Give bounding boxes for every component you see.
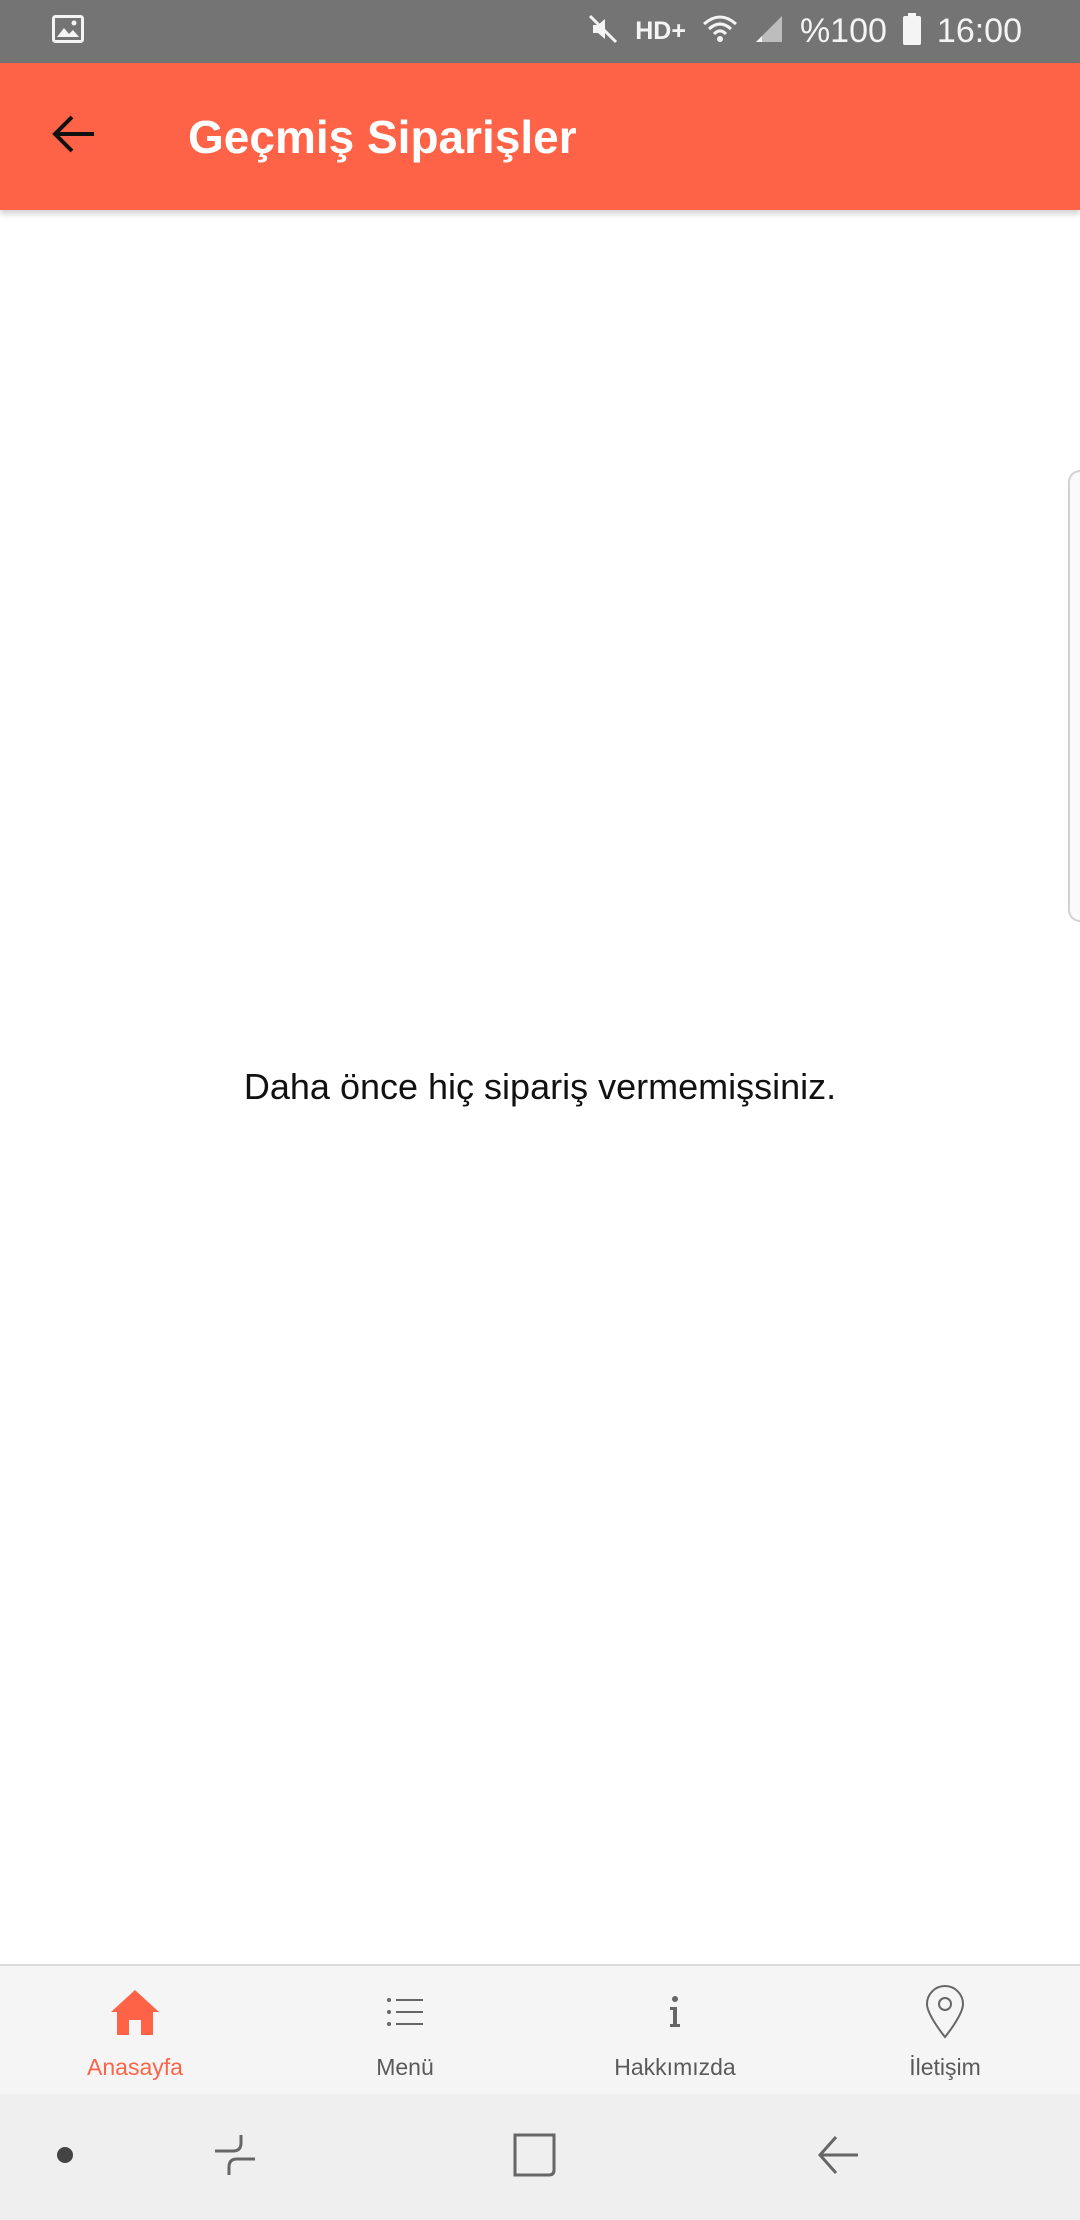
home-button[interactable] — [495, 2094, 575, 2220]
nav-item-contact[interactable]: İletişim — [810, 1966, 1080, 2094]
status-bar: HD+ %100 16:00 — [0, 0, 1080, 63]
system-back-button[interactable] — [798, 2094, 878, 2220]
nav-label-home: Anasayfa — [87, 2054, 183, 2080]
battery-icon — [902, 13, 921, 50]
bottom-navigation: Anasayfa Menü Hakkımızda İletişim — [0, 1964, 1080, 2094]
system-navigation-bar — [0, 2094, 1080, 2220]
nav-item-menu[interactable]: Menü — [270, 1966, 540, 2094]
info-icon — [645, 1982, 705, 2042]
dot-icon — [56, 2146, 74, 2169]
status-right: HD+ %100 16:00 — [571, 12, 1022, 51]
signal-icon — [754, 14, 784, 49]
nav-label-about: Hakkımızda — [614, 2054, 736, 2080]
location-pin-icon — [915, 1982, 975, 2042]
gallery-icon — [52, 15, 84, 48]
nav-item-home[interactable]: Anasayfa — [0, 1966, 270, 2094]
home-icon — [105, 1982, 165, 2042]
recent-apps-button[interactable] — [195, 2094, 275, 2220]
status-left — [52, 15, 84, 48]
app-bar: Geçmiş Siparişler — [0, 63, 1080, 210]
wifi-icon — [702, 14, 738, 49]
empty-state-message: Daha önce hiç sipariş vermemişsiniz. — [243, 1066, 837, 1107]
back-button[interactable] — [34, 97, 114, 177]
nav-item-about[interactable]: Hakkımızda — [540, 1966, 810, 2094]
list-icon — [375, 1982, 435, 2042]
network-type-label: HD+ — [635, 17, 686, 45]
battery-percent: %100 — [799, 12, 887, 50]
edge-panel-handle[interactable] — [1068, 470, 1080, 922]
system-back-icon — [814, 2131, 862, 2184]
recent-apps-icon — [211, 2131, 259, 2184]
dot-button[interactable] — [40, 2094, 90, 2220]
arrow-left-icon — [50, 114, 98, 159]
nav-label-menu: Menü — [376, 2054, 434, 2080]
page-title: Geçmiş Siparişler — [188, 110, 577, 163]
home-square-icon — [512, 2132, 558, 2183]
clock: 16:00 — [936, 12, 1022, 50]
mute-icon — [587, 13, 619, 50]
nav-label-contact: İletişim — [909, 2054, 981, 2080]
